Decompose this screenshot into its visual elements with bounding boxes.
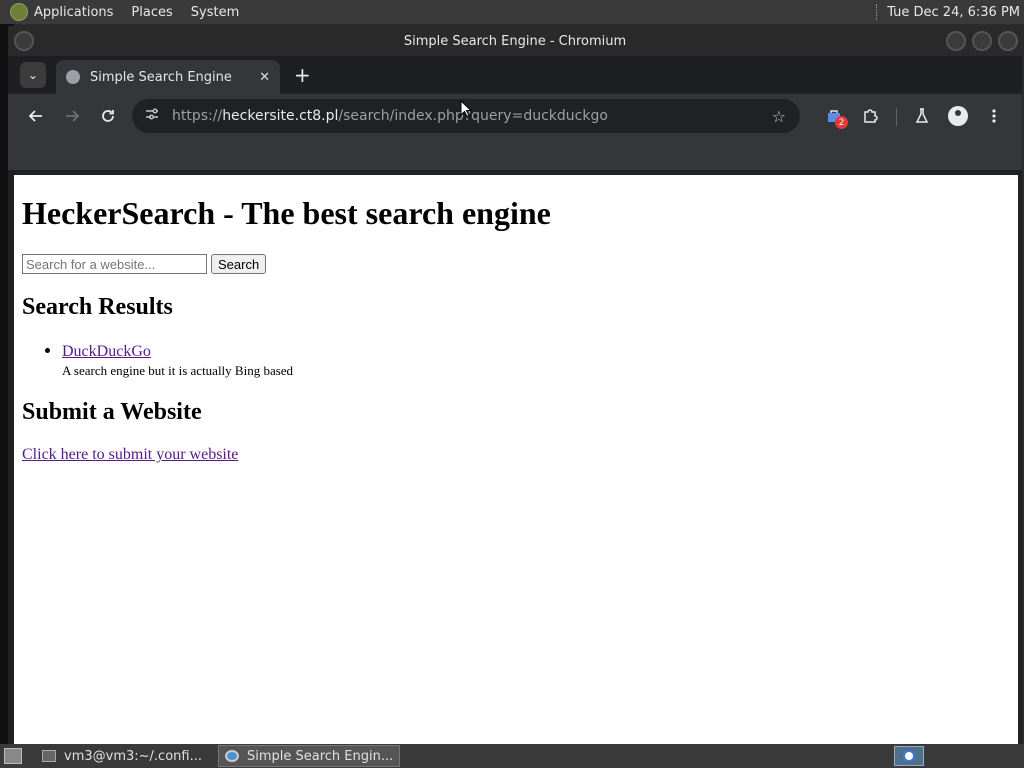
submit-website-link[interactable]: Click here to submit your website — [22, 446, 1018, 464]
browser-toolbar: https://heckersite.ct8.pl/search/index.p… — [8, 94, 1022, 138]
taskbar-item-label: Simple Search Engin... — [246, 748, 394, 764]
window-titlebar[interactable]: Simple Search Engine - Chromium — [8, 26, 1022, 56]
profile-avatar-icon[interactable] — [944, 102, 972, 130]
list-item: DuckDuckGo A search engine but it is act… — [62, 341, 1018, 379]
tray-chromium-icon[interactable] — [894, 746, 924, 766]
distro-logo-icon[interactable] — [10, 3, 28, 21]
tab-title: Simple Search Engine — [90, 69, 232, 85]
submit-heading: Submit a Website — [22, 399, 202, 425]
back-button[interactable] — [22, 102, 50, 130]
search-input[interactable] — [22, 254, 207, 274]
close-window-button[interactable] — [998, 31, 1018, 51]
panel-grip — [876, 4, 879, 20]
taskbar-item-label: vm3@vm3:~/.confi... — [64, 748, 202, 764]
result-link-duckduckgo[interactable]: DuckDuckGo — [62, 343, 151, 360]
result-description: A search engine but it is actually Bing … — [62, 363, 294, 378]
show-desktop-icon[interactable] — [4, 748, 22, 764]
page-title: HeckerSearch - The best search engine — [22, 195, 551, 231]
site-info-icon[interactable] — [144, 106, 164, 126]
arrow-right-icon — [66, 110, 80, 122]
web-page-content: HeckerSearch - The best search engine Se… — [14, 175, 1018, 744]
system-top-panel: Applications Places System Tue Dec 24, 6… — [0, 0, 1024, 24]
bookmarks-bar — [8, 138, 1022, 170]
extensions-puzzle-icon[interactable] — [856, 102, 884, 130]
tab-strip: ⌄ Simple Search Engine ✕ + — [8, 56, 1022, 94]
kebab-menu-icon[interactable] — [980, 102, 1008, 130]
chromium-icon — [224, 750, 239, 762]
taskbar-item-terminal[interactable]: vm3@vm3:~/.confi... — [36, 745, 208, 767]
search-button[interactable]: Search — [211, 254, 267, 274]
clock[interactable]: Tue Dec 24, 6:36 PM — [887, 5, 1020, 20]
close-tab-icon[interactable]: ✕ — [259, 70, 270, 85]
new-tab-button[interactable]: + — [294, 63, 311, 87]
chevron-down-icon: ⌄ — [27, 68, 39, 82]
url-text: https://heckersite.ct8.pl/search/index.p… — [172, 108, 608, 124]
url-scheme: https:// — [172, 108, 223, 124]
arrow-left-icon — [28, 110, 42, 122]
reload-button[interactable] — [94, 102, 122, 130]
bookmark-star-icon[interactable]: ☆ — [772, 107, 786, 126]
taskbar: vm3@vm3:~/.confi... Simple Search Engin.… — [0, 744, 1024, 768]
forward-button[interactable] — [58, 102, 86, 130]
flask-labs-icon[interactable] — [908, 102, 936, 130]
tab-simple-search-engine[interactable]: Simple Search Engine ✕ — [56, 60, 280, 94]
menu-applications[interactable]: Applications — [34, 5, 113, 20]
globe-icon — [66, 70, 80, 84]
url-host: heckersite.ct8.pl — [222, 108, 339, 124]
maximize-button[interactable] — [972, 31, 992, 51]
reload-icon — [102, 110, 114, 122]
search-form: Search — [22, 254, 1018, 274]
menu-places[interactable]: Places — [131, 5, 172, 20]
results-heading: Search Results — [22, 294, 173, 320]
results-list: DuckDuckGo A search engine but it is act… — [62, 341, 1018, 379]
toolbar-divider — [896, 108, 897, 126]
window-menu-button[interactable] — [14, 31, 34, 51]
extension-shopping-icon[interactable]: 2 — [820, 102, 848, 130]
terminal-icon — [42, 750, 56, 762]
minimize-button[interactable] — [946, 31, 966, 51]
menu-system[interactable]: System — [191, 5, 239, 20]
url-path: /search/index.php?query=duckduckgo — [338, 108, 608, 124]
window-title: Simple Search Engine - Chromium — [403, 33, 627, 49]
tab-search-button[interactable]: ⌄ — [20, 62, 46, 88]
extension-badge: 2 — [835, 116, 848, 129]
taskbar-item-chromium[interactable]: Simple Search Engin... — [217, 745, 401, 767]
browser-window: Simple Search Engine - Chromium ⌄ Simple… — [8, 26, 1022, 744]
